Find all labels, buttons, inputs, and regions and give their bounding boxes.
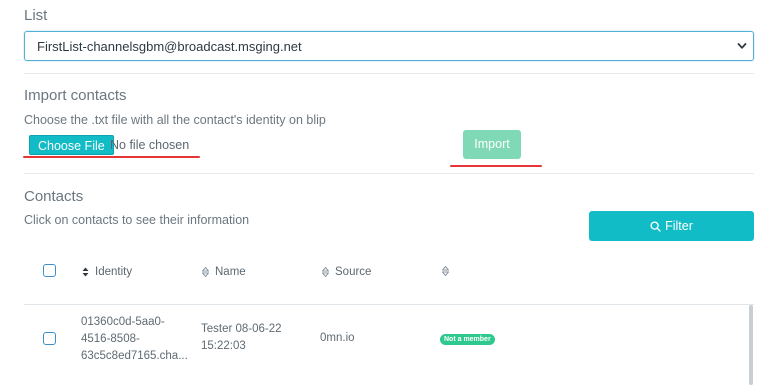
- list-select[interactable]: FirstList-channelsgbm@broadcast.msging.n…: [24, 31, 754, 61]
- identity-line: 4516-8508-: [81, 333, 140, 345]
- cell-source: 0mn.io: [320, 332, 355, 344]
- search-icon: [650, 220, 661, 232]
- import-instruction: Choose the .txt file with all the contac…: [24, 113, 326, 127]
- column-label: Source: [335, 266, 372, 278]
- column-label: Name: [215, 266, 246, 278]
- column-header-source[interactable]: Source: [322, 266, 371, 278]
- choose-file-button[interactable]: Choose File: [29, 135, 114, 155]
- chevron-down-icon: [737, 43, 747, 49]
- filter-button-label: Filter: [665, 219, 693, 233]
- identity-line: 01360c0d-5aa0-: [81, 316, 165, 328]
- list-label: List: [24, 7, 48, 24]
- name-line: 15:22:03: [201, 340, 246, 352]
- table-row[interactable]: 01360c0d-5aa0- 4516-8508- 63c5c8ed7165.c…: [24, 305, 748, 390]
- import-button[interactable]: Import: [463, 130, 521, 159]
- identity-line: 63c5c8ed7165.cha...: [81, 350, 188, 362]
- annotation-underline-import: [450, 165, 542, 167]
- select-all-checkbox[interactable]: [43, 264, 56, 277]
- status-badge: Not a member: [440, 334, 495, 345]
- column-header-name[interactable]: Name: [202, 266, 246, 278]
- list-select-value: FirstList-channelsgbm@broadcast.msging.n…: [37, 39, 302, 54]
- contacts-subtitle: Click on contacts to see their informati…: [24, 213, 250, 227]
- row-checkbox[interactable]: [43, 332, 56, 345]
- scrollbar[interactable]: [749, 305, 753, 385]
- name-line: Tester 08-06-22: [201, 323, 282, 335]
- contacts-title: Contacts: [24, 188, 84, 205]
- filter-button[interactable]: Filter: [589, 211, 754, 241]
- column-header-identity[interactable]: Identity: [82, 266, 132, 278]
- annotation-underline-file: [23, 156, 200, 158]
- file-status-text: No file chosen: [110, 138, 190, 152]
- divider: [24, 73, 754, 74]
- cell-name: Tester 08-06-22 15:22:03: [201, 321, 282, 355]
- column-header-status[interactable]: [442, 266, 449, 276]
- sort-icon: [202, 267, 209, 277]
- import-title: Import contacts: [24, 87, 127, 104]
- sort-icon: [442, 266, 449, 276]
- sort-icon: [82, 267, 89, 277]
- sort-icon: [322, 267, 329, 277]
- column-label: Identity: [95, 266, 133, 278]
- cell-identity: 01360c0d-5aa0- 4516-8508- 63c5c8ed7165.c…: [81, 314, 188, 365]
- divider: [24, 173, 754, 174]
